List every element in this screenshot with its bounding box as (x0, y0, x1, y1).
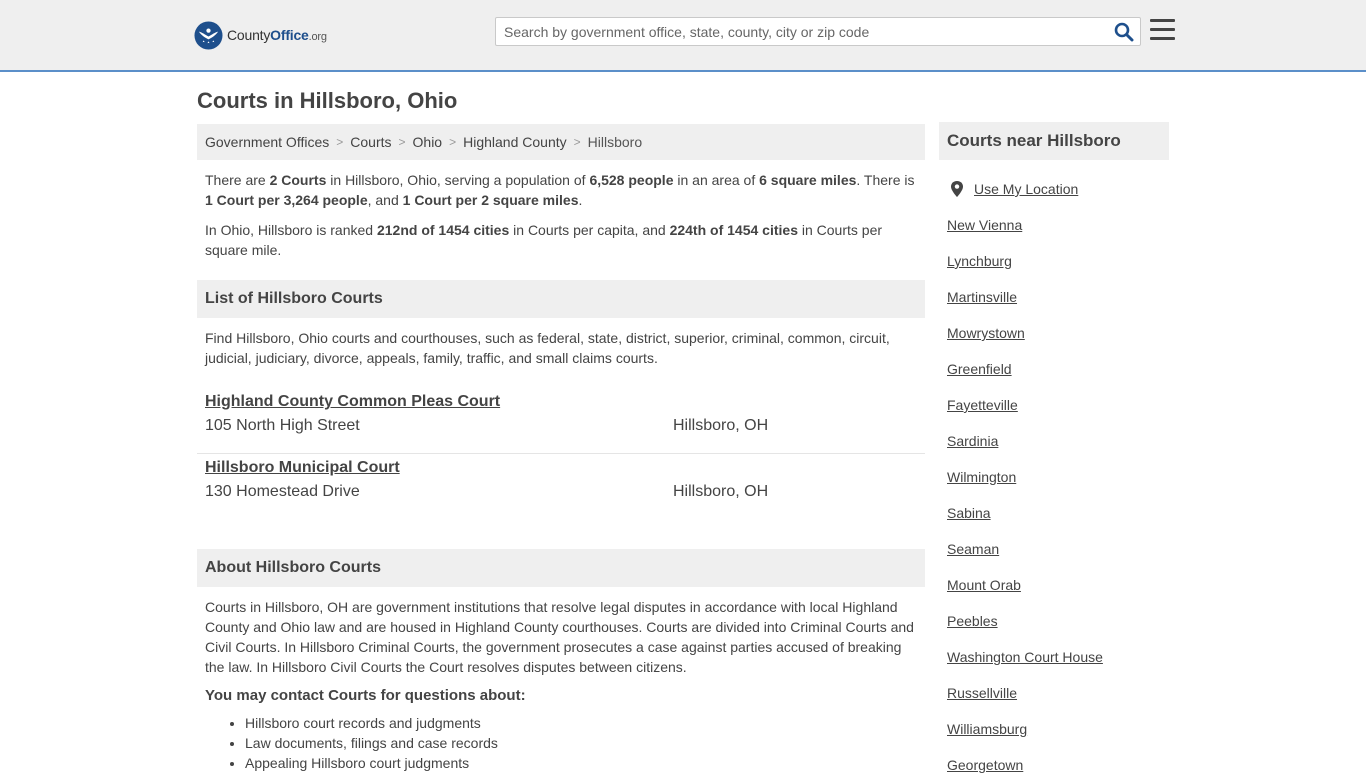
breadcrumb-courts[interactable]: Courts (350, 134, 391, 150)
court-list: Highland County Common Pleas Court 105 N… (197, 388, 925, 518)
breadcrumb-separator-icon: > (336, 135, 344, 149)
court-name-link[interactable]: Hillsboro Municipal Court (205, 459, 400, 477)
court-city: Hillsboro, OH (673, 483, 769, 500)
list-section-heading: List of Hillsboro Courts (197, 280, 925, 318)
sidebar: Courts near Hillsboro Use My Location Ne… (939, 122, 1169, 783)
sidebar-city-item: Greenfield (947, 351, 1161, 387)
breadcrumb-separator-icon: > (449, 135, 457, 149)
sidebar-city-item: Georgetown (947, 747, 1161, 783)
sidebar-city-link[interactable]: Washington Court House (947, 649, 1103, 665)
sidebar-city-link[interactable]: Georgetown (947, 757, 1023, 773)
breadcrumb-current: Hillsboro (587, 134, 643, 150)
list-item: Appealing Hillsboro court judgments (245, 753, 925, 773)
sidebar-city-item: Mowrystown (947, 315, 1161, 351)
location-pin-icon (951, 181, 963, 197)
list-item: Law documents, filings and case records (245, 733, 925, 753)
breadcrumb-government-offices[interactable]: Government Offices (205, 134, 329, 150)
court-address: 105 North High Street (205, 417, 360, 434)
breadcrumb-separator-icon: > (398, 135, 406, 149)
nearby-cities-list: Use My Location New Vienna Lynchburg Mar… (939, 171, 1169, 783)
breadcrumb-ohio[interactable]: Ohio (413, 134, 443, 150)
sidebar-city-link[interactable]: Peebles (947, 613, 998, 629)
search-input[interactable] (496, 18, 1106, 45)
sidebar-city-link[interactable]: Mount Orab (947, 577, 1021, 593)
court-listing: Hillsboro Municipal Court 130 Homestead … (197, 453, 925, 518)
sidebar-city-link[interactable]: Greenfield (947, 361, 1012, 377)
sidebar-heading: Courts near Hillsboro (939, 122, 1169, 160)
contact-topics-list: Hillsboro court records and judgments La… (197, 713, 925, 773)
eagle-seal-icon (194, 20, 223, 50)
breadcrumb-highland-county[interactable]: Highland County (463, 134, 567, 150)
sidebar-city-item: Williamsburg (947, 711, 1161, 747)
sidebar-city-item: Seaman (947, 531, 1161, 567)
court-city: Hillsboro, OH (673, 417, 769, 434)
sidebar-city-item: Lynchburg (947, 243, 1161, 279)
court-listing: Highland County Common Pleas Court 105 N… (197, 388, 925, 453)
list-section-description: Find Hillsboro, Ohio courts and courthou… (205, 330, 890, 366)
sidebar-city-item: Martinsville (947, 279, 1161, 315)
sidebar-city-item: Fayetteville (947, 387, 1161, 423)
breadcrumb-separator-icon: > (573, 135, 581, 149)
sidebar-city-link[interactable]: Sabina (947, 505, 991, 521)
sidebar-city-link[interactable]: Martinsville (947, 289, 1017, 305)
sidebar-city-link[interactable]: Mowrystown (947, 325, 1025, 341)
sidebar-city-link[interactable]: Russellville (947, 685, 1017, 701)
sidebar-city-link[interactable]: Sardinia (947, 433, 998, 449)
intro-stats-paragraph: There are 2 Courts in Hillsboro, Ohio, s… (205, 172, 915, 208)
list-item: Hillsboro court records and judgments (245, 713, 925, 733)
site-header: CountyOffice.org (0, 0, 1366, 72)
intro-ranking-paragraph: In Ohio, Hillsboro is ranked 212nd of 14… (205, 222, 883, 258)
main-content: Government Offices > Courts > Ohio > Hig… (197, 124, 925, 773)
sidebar-city-item: Sabina (947, 495, 1161, 531)
page-title: Courts in Hillsboro, Ohio (197, 88, 458, 113)
about-section-text: Courts in Hillsboro, OH are government i… (205, 599, 914, 675)
use-location-item: Use My Location (947, 171, 1161, 207)
court-name-link[interactable]: Highland County Common Pleas Court (205, 393, 500, 411)
search-box (495, 17, 1141, 46)
sidebar-city-item: Washington Court House (947, 639, 1161, 675)
sidebar-city-item: Sardinia (947, 423, 1161, 459)
site-logo[interactable]: CountyOffice.org (194, 20, 327, 50)
use-my-location-link[interactable]: Use My Location (974, 181, 1078, 197)
sidebar-city-link[interactable]: Fayetteville (947, 397, 1018, 413)
logo-text: CountyOffice.org (227, 27, 327, 43)
search-icon[interactable] (1114, 22, 1134, 42)
breadcrumb: Government Offices > Courts > Ohio > Hig… (197, 124, 925, 160)
court-address: 130 Homestead Drive (205, 483, 360, 500)
sidebar-city-item: Peebles (947, 603, 1161, 639)
contact-heading: You may contact Courts for questions abo… (205, 687, 526, 704)
sidebar-city-item: Mount Orab (947, 567, 1161, 603)
sidebar-city-link[interactable]: Seaman (947, 541, 999, 557)
sidebar-city-link[interactable]: Wilmington (947, 469, 1016, 485)
sidebar-city-item: Russellville (947, 675, 1161, 711)
sidebar-city-item: Wilmington (947, 459, 1161, 495)
sidebar-city-link[interactable]: Williamsburg (947, 721, 1027, 737)
hamburger-menu-icon[interactable] (1150, 19, 1175, 41)
about-section-heading: About Hillsboro Courts (197, 549, 925, 587)
sidebar-city-link[interactable]: New Vienna (947, 217, 1022, 233)
sidebar-city-link[interactable]: Lynchburg (947, 253, 1012, 269)
sidebar-city-item: New Vienna (947, 207, 1161, 243)
